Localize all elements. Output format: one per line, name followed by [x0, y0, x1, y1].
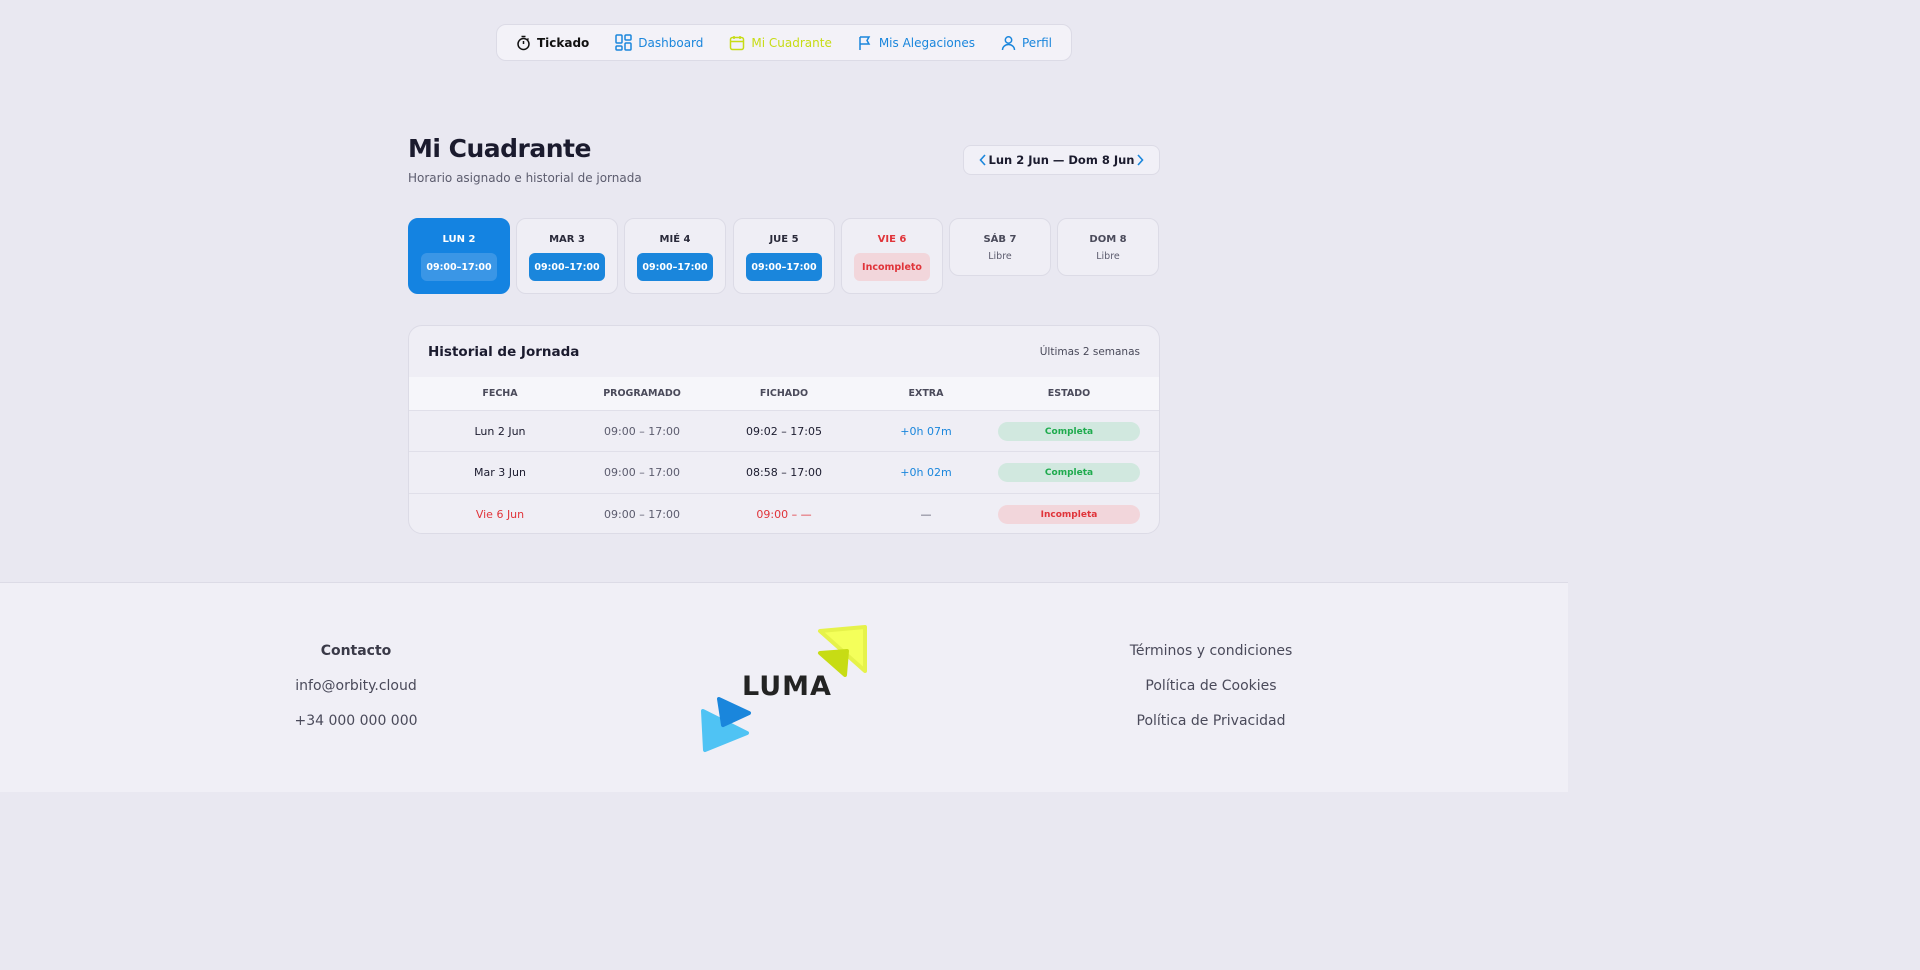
nav-brand[interactable]: Tickado [516, 35, 589, 51]
nav-brand-label: Tickado [536, 35, 590, 50]
flag-icon [859, 35, 871, 50]
cell-estado: Incompleta [997, 494, 1141, 533]
day-label: JUE 5 [769, 234, 799, 245]
free-day-text: Libre [988, 251, 1012, 262]
logo-wordmark: LUMA [742, 671, 832, 702]
cell-extra: +0h 07m [900, 425, 952, 438]
contact-email[interactable]: info@orbity.cloud [236, 678, 476, 713]
day-card-fri[interactable]: VIE 6 Incompleto [841, 218, 943, 294]
cell-fecha: Mar 3 Jun [474, 466, 526, 479]
cell-fichado: 08:58 – 17:00 [746, 466, 822, 479]
day-label: MAR 3 [549, 234, 585, 245]
day-card-sun[interactable]: DOM 8 Libre [1057, 218, 1159, 276]
nav-item-mi-cuadrante[interactable]: Mi Cuadrante [729, 35, 832, 51]
chevron-left-icon [979, 154, 986, 166]
nav-item-mis-alegaciones[interactable]: Mis Alegaciones [858, 35, 975, 51]
calendar-icon [730, 35, 745, 50]
column-header-fichado: FICHADO [759, 388, 809, 399]
cell-programado: 09:00 – 17:00 [604, 508, 680, 521]
chevron-right-icon [1137, 154, 1144, 166]
column-header-extra: EXTRA [908, 388, 944, 399]
cell-extra: — [920, 508, 932, 521]
day-label: DOM 8 [1089, 234, 1127, 245]
week-navigator: Lun 2 Jun — Dom 8 Jun [963, 145, 1160, 175]
cell-estado: Completa [997, 452, 1141, 493]
luma-logo: LUMA [695, 623, 875, 753]
column-header-fecha: FECHA [482, 388, 518, 399]
day-label: SÁB 7 [983, 234, 1017, 245]
cell-programado: 09:00 – 17:00 [604, 466, 680, 479]
footer-links: Términos y condiciones Política de Cooki… [1091, 643, 1331, 748]
footer: Contacto info@orbity.cloud +34 000 000 0… [0, 582, 1568, 792]
day-card-sat[interactable]: SÁB 7 Libre [949, 218, 1051, 276]
page-subtitle: Horario asignado e historial de jornada [408, 171, 642, 185]
link-privacidad[interactable]: Política de Privacidad [1091, 713, 1331, 748]
nav-item-label: Mi Cuadrante [751, 35, 832, 50]
table-row[interactable]: Mar 3 Jun 09:00 – 17:00 08:58 – 17:00 +0… [409, 451, 1159, 493]
status-badge: Completa [998, 422, 1140, 441]
shift-pill: 09:00–17:00 [637, 253, 713, 281]
nav-item-label: Dashboard [638, 35, 704, 50]
nav-item-label: Perfil [1022, 35, 1053, 50]
stopwatch-icon [517, 35, 530, 50]
column-header-estado: ESTADO [1047, 388, 1091, 399]
cell-extra: +0h 02m [900, 466, 952, 479]
column-header-programado: PROGRAMADO [603, 388, 681, 399]
link-cookies[interactable]: Política de Cookies [1091, 678, 1331, 713]
contact-phone[interactable]: +34 000 000 000 [236, 713, 476, 748]
cell-programado: 09:00 – 17:00 [604, 425, 680, 438]
top-navigation: Tickado Dashboard Mi Cuadrante Mis Alega… [496, 24, 1072, 61]
day-card-tue[interactable]: MAR 3 09:00–17:00 [516, 218, 618, 294]
day-card-thu[interactable]: JUE 5 09:00–17:00 [733, 218, 835, 294]
day-card-mon[interactable]: LUN 2 09:00–17:00 [408, 218, 510, 294]
table-row[interactable]: Lun 2 Jun 09:00 – 17:00 09:02 – 17:05 +0… [409, 410, 1159, 452]
history-range: Últimas 2 semanas [1039, 346, 1140, 358]
shift-pill: 09:00–17:00 [746, 253, 822, 281]
previous-week-button[interactable] [979, 154, 987, 166]
user-icon [1001, 35, 1016, 50]
cell-fichado: 09:00 – — [756, 508, 812, 521]
link-terminos[interactable]: Términos y condiciones [1091, 643, 1331, 678]
history-title: Historial de Jornada [428, 344, 580, 360]
day-card-wed[interactable]: MIÉ 4 09:00–17:00 [624, 218, 726, 294]
day-label: LUN 2 [442, 234, 476, 245]
footer-contact: Contacto info@orbity.cloud +34 000 000 0… [236, 643, 476, 748]
contact-title: Contacto [320, 643, 392, 659]
status-badge: Incompleta [998, 505, 1140, 524]
history-card: Historial de Jornada Últimas 2 semanas F… [408, 325, 1160, 534]
free-day-text: Libre [1096, 251, 1120, 262]
week-day-cards: LUN 2 09:00–17:00 MAR 3 09:00–17:00 MIÉ … [408, 218, 1160, 294]
dashboard-icon [615, 34, 633, 51]
cell-estado: Completa [997, 411, 1141, 452]
nav-item-perfil[interactable]: Perfil [1001, 35, 1052, 51]
nav-item-dashboard[interactable]: Dashboard [615, 34, 703, 51]
week-range: Lun 2 Jun — Dom 8 Jun [988, 153, 1135, 167]
cell-fecha: Vie 6 Jun [475, 508, 525, 521]
day-label: MIÉ 4 [659, 234, 691, 245]
shift-pill: 09:00–17:00 [421, 253, 497, 281]
incomplete-pill: Incompleto [854, 253, 930, 281]
table-header: FECHA PROGRAMADO FICHADO EXTRA ESTADO [409, 377, 1159, 410]
cell-fichado: 09:02 – 17:05 [746, 425, 822, 438]
nav-item-label: Mis Alegaciones [878, 35, 975, 50]
next-week-button[interactable] [1136, 154, 1144, 166]
page-title: Mi Cuadrante [408, 134, 591, 163]
shift-pill: 09:00–17:00 [529, 253, 605, 281]
status-badge: Completa [998, 463, 1140, 482]
day-label: VIE 6 [877, 234, 907, 245]
table-row[interactable]: Vie 6 Jun 09:00 – 17:00 09:00 – — — Inco… [409, 493, 1159, 533]
cell-fecha: Lun 2 Jun [474, 425, 526, 438]
